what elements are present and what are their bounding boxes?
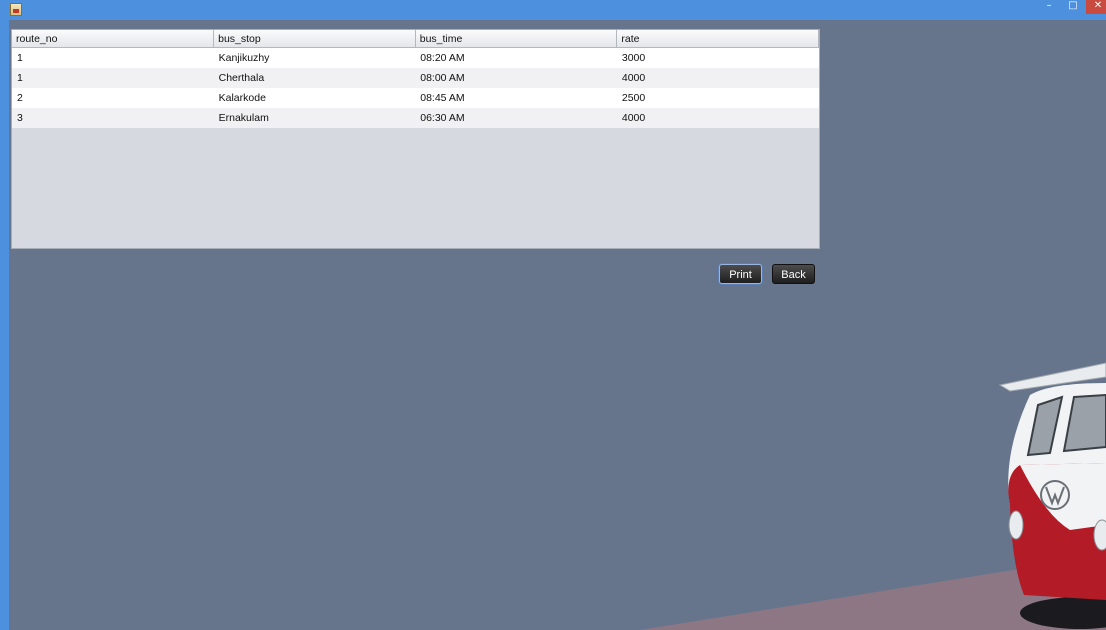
close-icon: ✕	[1093, 0, 1103, 11]
minimize-icon: –	[1046, 0, 1052, 11]
table-row[interactable]: 2 Kalarkode 08:45 AM 2500	[12, 88, 819, 108]
table-row[interactable]: 3 Ernakulam 06:30 AM 4000	[12, 108, 819, 128]
bus-route-table[interactable]: route_no bus_stop bus_time rate 1 Kanjik…	[12, 30, 819, 128]
cell-bus-stop[interactable]: Kalarkode	[213, 88, 416, 108]
column-header-bus-time[interactable]: bus_time	[415, 30, 618, 48]
column-header-rate[interactable]: rate	[616, 30, 819, 48]
minimize-button[interactable]: –	[1040, 0, 1058, 14]
cell-rate[interactable]: 4000	[616, 108, 819, 128]
table-row[interactable]: 1 Kanjikuzhy 08:20 AM 3000	[12, 47, 819, 68]
title-bar[interactable]: – □ ✕	[0, 0, 1106, 20]
close-button[interactable]: ✕	[1086, 0, 1106, 14]
window-left-border	[0, 20, 9, 630]
cell-route-no[interactable]: 1	[12, 68, 214, 88]
cell-bus-time[interactable]: 08:45 AM	[415, 88, 617, 108]
cell-bus-time[interactable]: 08:20 AM	[415, 47, 617, 68]
van-illustration	[998, 362, 1106, 629]
maximize-icon: □	[1068, 0, 1078, 11]
cell-rate[interactable]: 4000	[616, 68, 819, 88]
java-app-icon	[10, 3, 22, 16]
column-header-route-no[interactable]: route_no	[12, 30, 215, 48]
cell-bus-time[interactable]: 08:00 AM	[415, 68, 617, 88]
cell-bus-stop[interactable]: Kanjikuzhy	[213, 47, 416, 68]
table-header-row: route_no bus_stop bus_time rate	[12, 30, 819, 48]
cell-bus-stop[interactable]: Cherthala	[213, 68, 416, 88]
application-window: – □ ✕ route_no bus_stop bus_time rate 1	[0, 0, 1106, 630]
print-button[interactable]: Print	[719, 264, 762, 284]
cell-bus-stop[interactable]: Ernakulam	[213, 108, 416, 128]
cell-route-no[interactable]: 3	[12, 108, 214, 128]
cell-route-no[interactable]: 1	[12, 47, 214, 68]
column-header-bus-stop[interactable]: bus_stop	[213, 30, 416, 48]
cell-rate[interactable]: 3000	[616, 47, 819, 68]
cell-bus-time[interactable]: 06:30 AM	[415, 108, 617, 128]
table-row[interactable]: 1 Cherthala 08:00 AM 4000	[12, 68, 819, 88]
maximize-button[interactable]: □	[1064, 0, 1082, 14]
cell-rate[interactable]: 2500	[616, 88, 819, 108]
bus-route-table-panel[interactable]: route_no bus_stop bus_time rate 1 Kanjik…	[11, 29, 820, 249]
cell-route-no[interactable]: 2	[12, 88, 214, 108]
back-button[interactable]: Back	[772, 264, 815, 284]
